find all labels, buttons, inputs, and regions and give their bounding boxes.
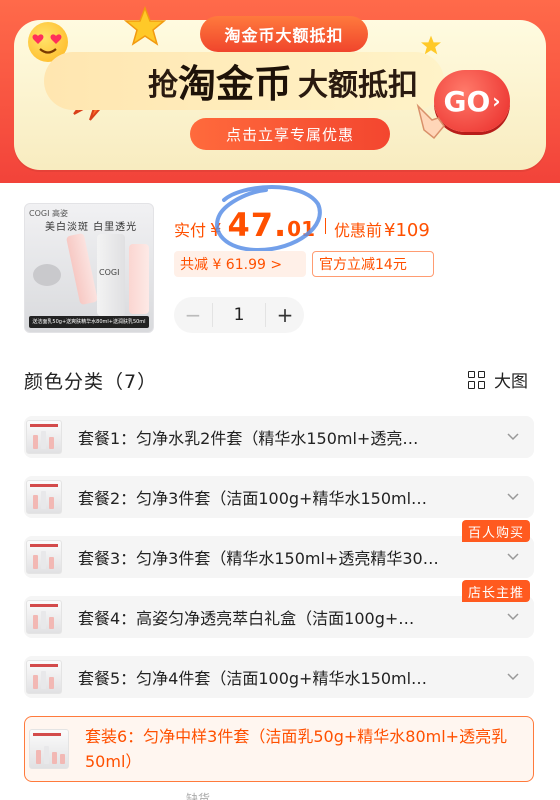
large-view-label: 大图 xyxy=(494,372,528,392)
option-thumbnail xyxy=(26,600,62,634)
star-icon xyxy=(123,5,167,50)
chevron-down-icon[interactable] xyxy=(506,429,520,443)
banner-tag: 淘金币大额抵扣 xyxy=(200,16,368,52)
option-thumbnail xyxy=(26,420,62,454)
pointing-hand-icon xyxy=(412,100,448,140)
quantity-stepper: − 1 + xyxy=(174,297,304,333)
sku-option[interactable]: 套餐3：匀净3件套（精华水150ml+透亮精华30… 百人购买 xyxy=(24,520,534,578)
option-label: 套餐5：匀净4件套（洁面100g+精华水150ml… xyxy=(78,669,428,688)
thumb-caption: 送洁面乳50g+送爽肤精华水80ml+送润肤乳50ml xyxy=(29,316,149,328)
banner-headline-main: 淘金币 xyxy=(178,62,293,106)
chevron-down-icon[interactable] xyxy=(506,609,520,623)
sku-option[interactable]: 套餐4：高姿匀净透亮萃白礼盒（洁面100g+… 店长主推 xyxy=(24,580,534,638)
banner-subtitle: 点击立享专属优惠 xyxy=(190,118,390,150)
option-label: 套餐4：高姿匀净透亮萃白礼盒（洁面100g+… xyxy=(78,609,415,628)
chevron-down-icon[interactable] xyxy=(506,669,520,683)
price-label: 实付 xyxy=(174,221,207,240)
hand-drawn-circle-icon xyxy=(206,178,326,256)
original-price-label: 优惠前 xyxy=(334,221,383,240)
banner-headline-post: 大额抵扣 xyxy=(298,68,419,103)
sku-option[interactable]: 套餐2：匀净3件套（洁面100g+精华水150ml… xyxy=(24,476,534,518)
option-label: 套餐2：匀净3件套（洁面100g+精华水150ml… xyxy=(78,489,428,508)
promo-banner[interactable]: 淘金币大额抵扣 抢 淘金币 大额抵扣 点击立享专属优惠 GO › xyxy=(0,0,560,183)
banner-headline: 抢 淘金币 大额抵扣 xyxy=(148,60,418,106)
thumb-headline: 美白淡斑 白里透光 xyxy=(45,222,138,233)
decrement-button[interactable]: − xyxy=(174,297,212,333)
option-label: 套餐3：匀净3件套（精华水150ml+透亮精华30… xyxy=(78,549,439,568)
product-bottle-logo: COGI xyxy=(99,268,120,277)
sku-selector-page: 淘金币大额抵扣 抢 淘金币 大额抵扣 点击立享专属优惠 GO › COGI 高姿 … xyxy=(0,0,560,800)
grid-icon xyxy=(468,370,486,389)
chevron-down-icon[interactable] xyxy=(506,489,520,503)
chevron-down-icon[interactable] xyxy=(506,549,520,563)
chevron-right-icon: › xyxy=(492,89,501,113)
option-thumbnail xyxy=(26,540,62,574)
recommended-badge: 店长主推 xyxy=(461,580,530,602)
quantity-input[interactable]: 1 xyxy=(212,303,266,327)
out-of-stock-label: 缺货 xyxy=(186,792,211,800)
option-thumbnail xyxy=(26,480,62,514)
original-price: ¥109 xyxy=(384,220,430,241)
banner-headline-pre: 抢 xyxy=(148,68,178,103)
selected-option-label: 套装6：匀净中样3件套（洁面乳50g+精华水80ml+透亮乳50ml） xyxy=(85,727,508,771)
product-cap xyxy=(33,264,61,286)
increment-button[interactable]: + xyxy=(266,297,304,333)
product-bottle: COGI xyxy=(97,234,125,316)
sku-option-selected[interactable]: 套装6：匀净中样3件套（洁面乳50g+精华水80ml+透亮乳50ml） xyxy=(24,716,534,782)
section-title: 颜色分类（7） xyxy=(24,371,158,393)
product-pump-bottle xyxy=(129,244,149,314)
large-view-toggle[interactable]: 大图 xyxy=(468,367,528,392)
popular-badge: 百人购买 xyxy=(461,520,530,542)
go-button-label: GO xyxy=(443,84,491,118)
option-thumbnail xyxy=(26,660,62,694)
official-discount-chip: 官方立减14元 xyxy=(312,251,434,277)
option-thumbnail xyxy=(29,729,69,769)
option-label: 套餐1：匀净水乳2件套（精华水150ml+透亮… xyxy=(78,429,419,448)
total-discount-chip[interactable]: 共减 ¥ 61.99 > xyxy=(174,251,306,277)
sku-option[interactable]: 套餐5：匀净4件套（洁面100g+精华水150ml… xyxy=(24,656,534,698)
product-thumbnail[interactable]: COGI 高姿 美白淡斑 白里透光 COGI 送洁面乳50g+送爽肤精华水80m… xyxy=(24,203,154,333)
product-tube xyxy=(65,232,99,306)
sku-option[interactable]: 套餐1：匀净水乳2件套（精华水150ml+透亮… xyxy=(24,416,534,458)
